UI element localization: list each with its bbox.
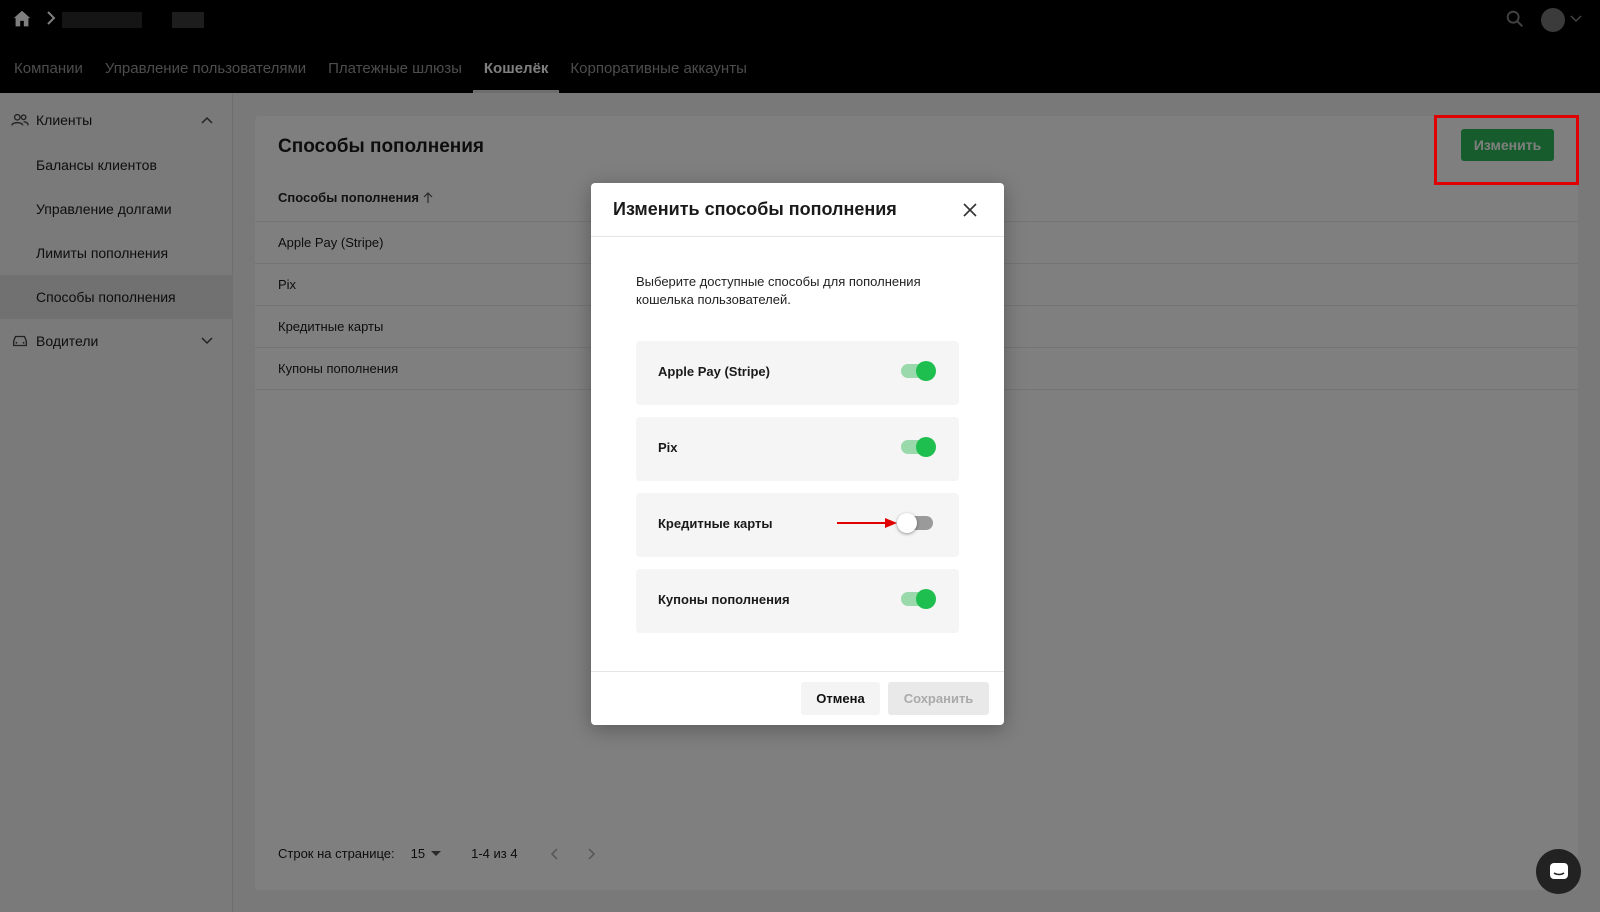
option-label: Купоны пополнения [658,592,790,607]
dialog-description: Выберите доступные способы для пополнени… [636,274,921,307]
pix-toggle[interactable] [901,437,936,457]
chat-button[interactable] [1536,849,1581,894]
highlight-annotation [1434,115,1579,185]
topup-coupons-toggle[interactable] [901,589,936,609]
credit-cards-toggle[interactable] [897,513,933,533]
toggle-knob [916,589,936,609]
red-arrow-annotation [837,518,897,528]
toggle-knob [916,361,936,381]
chat-icon [1549,862,1568,879]
cancel-button[interactable]: Отмена [801,682,880,715]
edit-methods-dialog: Изменить способы пополнения Выберите дос… [591,183,1004,725]
option-label: Apple Pay (Stripe) [658,364,770,379]
dialog-title: Изменить способы пополнения [613,199,897,219]
close-icon[interactable] [960,200,980,220]
option-label: Кредитные карты [658,516,773,531]
apple-pay-toggle[interactable] [901,361,936,381]
option-apple-pay: Apple Pay (Stripe) [636,341,959,405]
toggle-knob [897,513,917,533]
option-topup-coupons: Купоны пополнения [636,569,959,633]
dialog-divider [591,671,1004,672]
toggle-knob [916,437,936,457]
option-pix: Pix [636,417,959,481]
save-button[interactable]: Сохранить [888,682,989,715]
dialog-divider [591,236,1004,237]
option-label: Pix [658,440,678,455]
option-credit-cards: Кредитные карты [636,493,959,557]
